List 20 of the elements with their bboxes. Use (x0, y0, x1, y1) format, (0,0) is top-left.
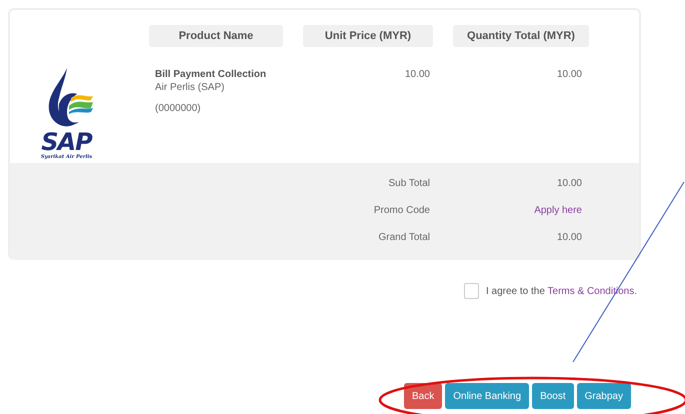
summary-label: Sub Total (387, 177, 431, 190)
column-header: Quantity Total (MYR) (453, 25, 589, 47)
column-header: Product Name (149, 25, 283, 47)
account-number: (0000000) (155, 103, 202, 114)
payment-button[interactable]: Online Banking (445, 383, 530, 409)
summary-value: 10.00 (556, 231, 583, 244)
unit-price: 10.00 (404, 68, 431, 82)
agree-checkbox[interactable] (464, 283, 479, 299)
product-name: Bill Payment Collection (155, 69, 268, 80)
logo-title: SAP (41, 130, 92, 154)
column-header: Unit Price (MYR) (303, 25, 433, 47)
biller-name: Air Perlis (SAP) (155, 82, 226, 94)
summary-value: 10.00 (556, 177, 583, 190)
back-button[interactable]: Back (404, 383, 442, 409)
payment-button[interactable]: Boost (532, 383, 574, 409)
payment-button[interactable]: Grabpay (576, 383, 631, 409)
summary-label: Promo Code (372, 204, 431, 217)
summary-label: Grand Total (377, 231, 431, 244)
apply-promo-link[interactable]: Apply here (453, 204, 589, 217)
quantity-total: 10.00 (556, 68, 583, 82)
